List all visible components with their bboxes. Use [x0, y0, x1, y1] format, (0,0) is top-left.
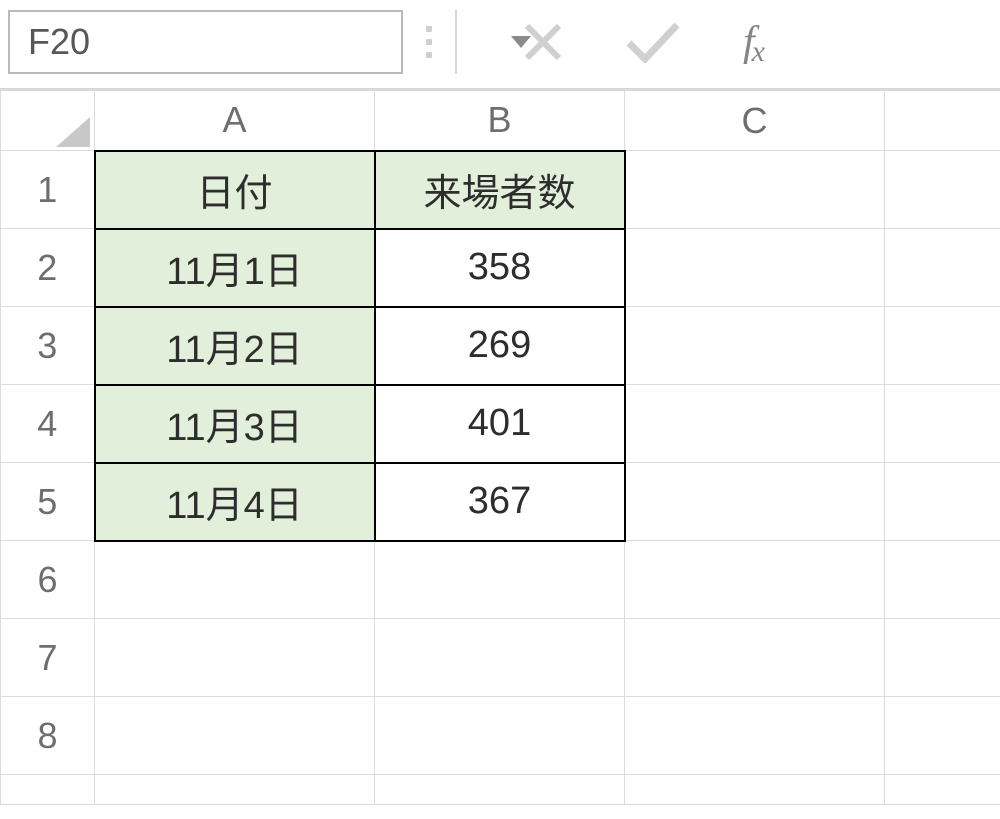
row-header-9[interactable]: [1, 775, 95, 805]
cell-A5[interactable]: 11月4日: [95, 463, 375, 541]
cell-B1[interactable]: 来場者数: [375, 151, 625, 229]
formula-bar: fx: [0, 0, 1000, 90]
col-header-D[interactable]: [885, 91, 1000, 151]
row-header-1[interactable]: 1: [1, 151, 95, 229]
cell-A4[interactable]: 11月3日: [95, 385, 375, 463]
cell-D7[interactable]: [885, 619, 1000, 697]
cell-D8[interactable]: [885, 697, 1000, 775]
fx-f: f: [743, 19, 752, 65]
cell-A1[interactable]: 日付: [95, 151, 375, 229]
formula-bar-actions: fx: [455, 10, 992, 74]
col-header-B[interactable]: B: [375, 91, 625, 151]
row-header-8[interactable]: 8: [1, 697, 95, 775]
x-icon: [521, 20, 565, 64]
col-header-A[interactable]: A: [95, 91, 375, 151]
cell-A6[interactable]: [95, 541, 375, 619]
cell-A9[interactable]: [95, 775, 375, 805]
cell-B2[interactable]: 358: [375, 229, 625, 307]
cell-B3[interactable]: 269: [375, 307, 625, 385]
cell-A8[interactable]: [95, 697, 375, 775]
cancel-button[interactable]: [503, 18, 583, 66]
row-header-6[interactable]: 6: [1, 541, 95, 619]
cell-B4[interactable]: 401: [375, 385, 625, 463]
row-header-3[interactable]: 3: [1, 307, 95, 385]
cell-C8[interactable]: [625, 697, 885, 775]
row-header-7[interactable]: 7: [1, 619, 95, 697]
cell-B6[interactable]: [375, 541, 625, 619]
cell-C4[interactable]: [625, 385, 885, 463]
cell-B8[interactable]: [375, 697, 625, 775]
cell-D3[interactable]: [885, 307, 1000, 385]
cell-D2[interactable]: [885, 229, 1000, 307]
cell-C3[interactable]: [625, 307, 885, 385]
cell-C5[interactable]: [625, 463, 885, 541]
insert-function-button[interactable]: fx: [743, 18, 762, 66]
cell-B7[interactable]: [375, 619, 625, 697]
cell-D5[interactable]: [885, 463, 1000, 541]
select-all-corner[interactable]: [1, 91, 95, 151]
cell-A3[interactable]: 11月2日: [95, 307, 375, 385]
cell-B9[interactable]: [375, 775, 625, 805]
fx-x: x: [752, 35, 762, 68]
expand-formula-bar-handle[interactable]: [417, 26, 441, 58]
check-icon: [625, 21, 681, 63]
cell-C9[interactable]: [625, 775, 885, 805]
cell-A2[interactable]: 11月1日: [95, 229, 375, 307]
row-header-5[interactable]: 5: [1, 463, 95, 541]
cell-C1[interactable]: [625, 151, 885, 229]
select-all-triangle-icon: [56, 117, 90, 147]
cell-D6[interactable]: [885, 541, 1000, 619]
cell-D1[interactable]: [885, 151, 1000, 229]
cell-A7[interactable]: [95, 619, 375, 697]
row-header-4[interactable]: 4: [1, 385, 95, 463]
cell-D4[interactable]: [885, 385, 1000, 463]
col-header-C[interactable]: C: [625, 91, 885, 151]
cell-C2[interactable]: [625, 229, 885, 307]
cell-C6[interactable]: [625, 541, 885, 619]
name-box-container: [8, 10, 403, 74]
row-header-2[interactable]: 2: [1, 229, 95, 307]
cell-C7[interactable]: [625, 619, 885, 697]
enter-button[interactable]: [613, 18, 693, 66]
spreadsheet-grid: A B C 1 日付 来場者数 2 11月1日 358 3: [0, 90, 1000, 805]
cell-D9[interactable]: [885, 775, 1000, 805]
cell-B5[interactable]: 367: [375, 463, 625, 541]
